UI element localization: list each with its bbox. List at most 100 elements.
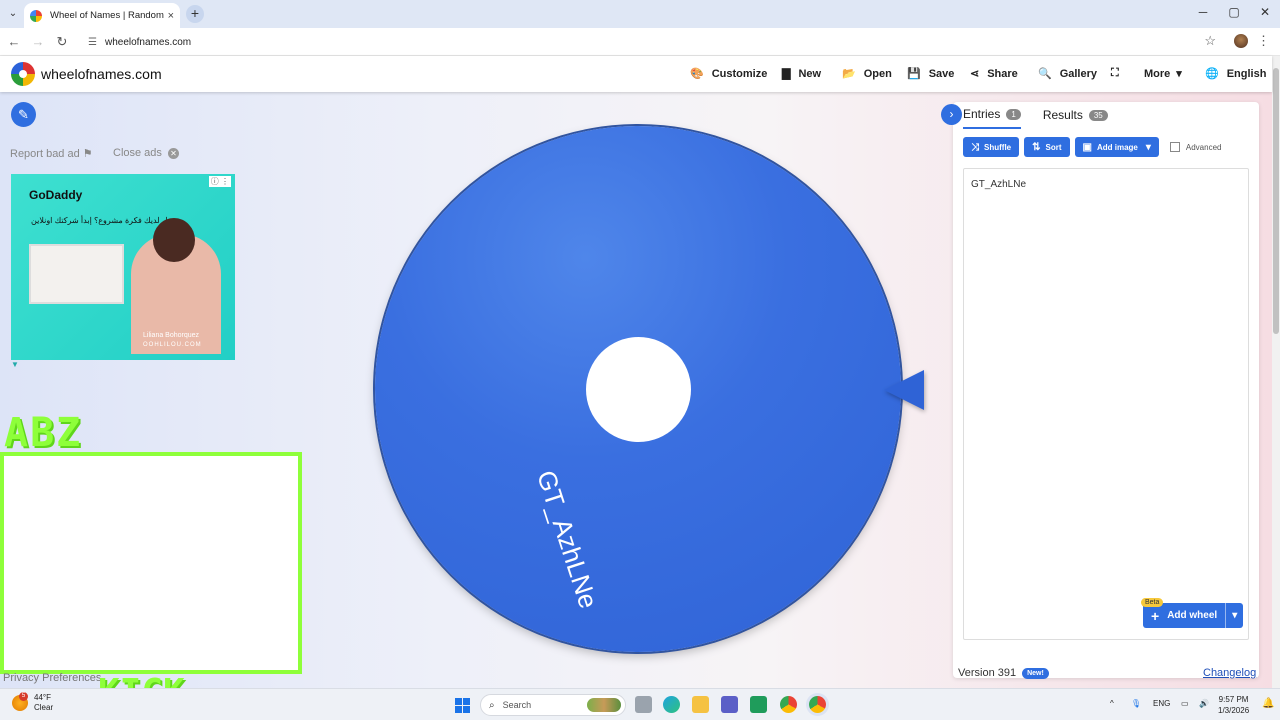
image-icon: ▣ xyxy=(1082,141,1092,153)
open-label: Open xyxy=(863,67,892,80)
address-bar: ← → ↻ ☰ wheelofnames.com ☆ ⋮ xyxy=(0,28,1280,56)
new-tab-button[interactable]: + xyxy=(186,5,204,23)
floppy-icon: 💾 xyxy=(907,68,921,80)
profile-avatar[interactable] xyxy=(1234,34,1248,48)
add-wheel-main[interactable]: + Add wheel xyxy=(1143,608,1225,624)
tab-search-chevron-icon[interactable]: ⌄ xyxy=(4,5,22,23)
taskbar-search[interactable]: ⌕ Search xyxy=(480,694,626,716)
ad-brand: GoDaddy xyxy=(29,188,83,202)
new-button[interactable]: ▇ New xyxy=(782,67,821,81)
add-wheel-dropdown-icon[interactable]: ▾ xyxy=(1225,603,1243,628)
open-button[interactable]: 📂 Open xyxy=(842,67,892,81)
entries-textarea[interactable]: GT_AzhLNe xyxy=(963,168,1249,640)
site-brand[interactable]: wheelofnames.com xyxy=(41,66,162,82)
language-button[interactable]: 🌐 English xyxy=(1205,67,1267,81)
clock-date: 1/3/2026 xyxy=(1218,706,1250,715)
advanced-checkbox[interactable] xyxy=(1169,142,1180,152)
version-label: Version 391 xyxy=(958,667,1017,679)
entries-toolbar: ⤨ Shuffle ⇅ Sort ▣ Add image ▾ Advanced xyxy=(963,137,1221,157)
weather-sun-icon: 5 xyxy=(12,692,28,711)
fullscreen-button[interactable]: ⛶ xyxy=(1111,67,1127,80)
system-clock[interactable]: 9:57 PM 1/3/2026 xyxy=(1218,694,1249,716)
entries-panel: › Entries 1 Results 35 ⤨ Shuffle ⇅ Sort … xyxy=(941,102,1259,679)
url-text: wheelofnames.com xyxy=(104,36,192,48)
customize-label: Customize xyxy=(711,67,768,80)
microphone-icon[interactable]: 🎙 xyxy=(1131,699,1141,708)
browser-menu-icon[interactable]: ⋮ xyxy=(1257,33,1270,49)
clock-time: 9:57 PM xyxy=(1218,695,1249,704)
privacy-preferences-link[interactable]: Privacy Preferences xyxy=(3,672,101,684)
share-icon: ⋖ xyxy=(970,68,980,80)
ad-info-icon[interactable]: ▼ xyxy=(11,360,19,369)
customize-button[interactable]: 🎨 Customize xyxy=(690,67,768,81)
restore-icon[interactable]: ▢ xyxy=(1225,5,1243,19)
minimize-icon[interactable]: ─ xyxy=(1194,5,1212,19)
ad-laptop-screen xyxy=(29,244,124,304)
chrome-profile-icon[interactable] xyxy=(780,696,797,713)
new-badge: New! xyxy=(1022,667,1049,679)
godaddy-ad[interactable]: ⓘ ⋮ GoDaddy هل لديك فكرة مشروع؟ إبدأ شرك… xyxy=(11,174,235,360)
language-label: English xyxy=(1226,67,1267,80)
tab-close-icon[interactable]: × xyxy=(168,10,174,22)
google-favicon-icon xyxy=(30,9,42,22)
wifi-icon[interactable]: ▭ xyxy=(1181,699,1189,708)
file-explorer-icon[interactable] xyxy=(692,696,709,713)
weather-widget[interactable]: 5 44°F Clear xyxy=(12,692,53,713)
kick-video-frame[interactable] xyxy=(0,452,302,674)
omnibox[interactable]: ☰ wheelofnames.com xyxy=(80,31,1220,53)
back-arrow-icon[interactable]: ← xyxy=(5,33,23,51)
palette-icon: 🎨 xyxy=(690,68,704,80)
site-header: wheelofnames.com 🎨 Customize ▇ New 📂 Ope… xyxy=(0,56,1272,92)
app-icon[interactable] xyxy=(750,696,767,713)
search-icon: 🔍 xyxy=(1038,68,1052,80)
scrollbar-thumb[interactable] xyxy=(1273,68,1279,334)
report-bad-ad-link[interactable]: Report bad ad ⚑ xyxy=(10,147,93,160)
volume-icon[interactable]: 🔊 xyxy=(1199,699,1209,708)
tab-entries[interactable]: Entries 1 xyxy=(963,107,1021,129)
window-close-icon[interactable]: ✕ xyxy=(1256,5,1274,19)
advanced-label: Advanced xyxy=(1185,142,1222,152)
flag-icon: ⚑ xyxy=(82,148,93,160)
notification-bell-icon[interactable]: 🔔 xyxy=(1262,698,1274,709)
ad-caption: Liliana Bohorquez xyxy=(143,332,200,339)
beta-badge: Beta xyxy=(1141,598,1164,607)
more-button[interactable]: More ▾ xyxy=(1144,67,1190,81)
add-image-button[interactable]: ▣ Add image ▾ xyxy=(1074,137,1159,157)
edit-pencil-icon[interactable]: ✎ xyxy=(11,102,36,127)
add-wheel-label: Add wheel xyxy=(1167,610,1218,621)
teams-icon[interactable] xyxy=(721,696,738,713)
panel-tabs: Entries 1 Results 35 xyxy=(963,107,1130,129)
close-ads-icon: ✕ xyxy=(167,148,179,159)
reload-icon[interactable]: ↻ xyxy=(53,33,71,51)
gallery-button[interactable]: 🔍 Gallery xyxy=(1038,67,1097,81)
file-icon: ▇ xyxy=(782,68,791,80)
site-settings-icon[interactable]: ☰ xyxy=(88,37,97,48)
search-icon: ⌕ xyxy=(489,699,495,711)
browser-tab[interactable]: Wheel of Names | Random nam × xyxy=(24,3,180,28)
edge-browser-icon[interactable] xyxy=(663,696,680,713)
weather-temp: 44°F xyxy=(34,693,51,702)
shuffle-button[interactable]: ⤨ Shuffle xyxy=(963,137,1020,157)
wheel-logo-icon[interactable] xyxy=(11,62,35,86)
collapse-panel-chevron-icon[interactable]: › xyxy=(941,104,962,125)
task-view-icon[interactable] xyxy=(635,696,652,713)
adchoices-icon[interactable]: ⓘ ⋮ xyxy=(208,176,231,187)
tray-chevron-icon[interactable]: ^ xyxy=(1110,699,1114,708)
bookmark-star-icon[interactable]: ☆ xyxy=(1204,33,1216,49)
chrome-active-icon[interactable] xyxy=(809,696,826,713)
sort-button[interactable]: ⇅ Sort xyxy=(1024,137,1070,157)
share-button[interactable]: ⋖ Share xyxy=(970,67,1018,81)
language-indicator[interactable]: ENG xyxy=(1153,699,1170,708)
advanced-toggle[interactable]: Advanced xyxy=(1169,142,1222,152)
forward-arrow-icon[interactable]: → xyxy=(29,33,47,51)
shuffle-label: Shuffle xyxy=(984,142,1012,152)
windows-start-icon[interactable] xyxy=(455,698,470,713)
changelog-link[interactable]: Changelog xyxy=(1203,667,1256,679)
wheel-center-hub[interactable] xyxy=(586,337,691,442)
save-button[interactable]: 💾 Save xyxy=(907,67,954,81)
report-bad-ad-label: Report bad ad xyxy=(10,148,80,160)
tab-results[interactable]: Results 35 xyxy=(1043,107,1108,129)
close-ads-link[interactable]: Close ads ✕ xyxy=(113,147,179,159)
windows-taskbar: 5 44°F Clear ⌕ Search ^ 🎙 ENG ▭ 🔊 9:57 P… xyxy=(0,688,1280,720)
tab-results-label: Results xyxy=(1042,108,1083,122)
